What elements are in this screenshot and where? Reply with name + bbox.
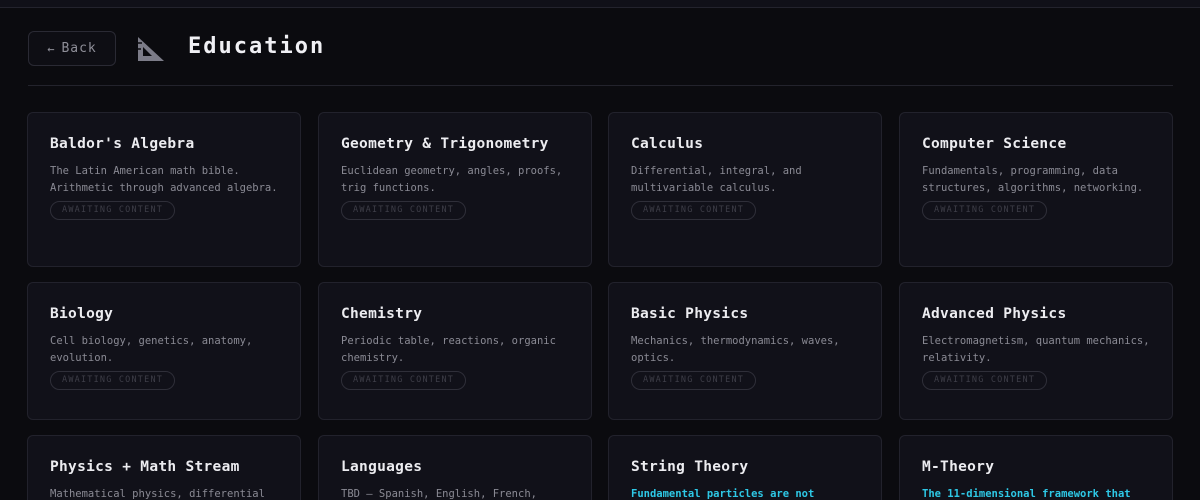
subject-card-geometry-trigonometry[interactable]: Geometry & Trigonometry Euclidean geomet… [318, 112, 592, 267]
subject-card-calculus[interactable]: Calculus Differential, integral, and mul… [608, 112, 882, 267]
card-description: Differential, integral, and multivariabl… [631, 165, 802, 194]
page-title: Education [188, 34, 326, 59]
status-badge: AWAITING CONTENT [922, 371, 1048, 390]
subject-card-baldors-algebra[interactable]: Baldor's Algebra The Latin American math… [27, 112, 301, 267]
card-description: Cell biology, genetics, anatomy, evoluti… [50, 335, 253, 364]
status-badge: AWAITING CONTENT [50, 201, 176, 220]
subject-card-advanced-physics[interactable]: Advanced Physics Electromagnetism, quant… [899, 282, 1173, 420]
card-title: Advanced Physics [922, 306, 1067, 322]
card-title: Computer Science [922, 136, 1067, 152]
status-badge: AWAITING CONTENT [341, 201, 467, 220]
top-bar [0, 0, 1200, 8]
status-badge: AWAITING CONTENT [50, 371, 176, 390]
card-title: String Theory [631, 459, 749, 475]
card-description: Mathematical physics, differential [50, 488, 265, 500]
subject-card-biology[interactable]: Biology Cell biology, genetics, anatomy,… [27, 282, 301, 420]
card-title: Biology [50, 306, 114, 322]
status-badge: AWAITING CONTENT [631, 371, 757, 390]
subject-card-m-theory[interactable]: M-Theory The 11-dimensional framework th… [899, 435, 1173, 500]
card-description: Mechanics, thermodynamics, waves, optics… [631, 335, 840, 364]
subject-card-string-theory[interactable]: String Theory Fundamental particles are … [608, 435, 882, 500]
status-badge: AWAITING CONTENT [341, 371, 467, 390]
subject-card-computer-science[interactable]: Computer Science Fundamentals, programmi… [899, 112, 1173, 267]
card-title: Basic Physics [631, 306, 749, 322]
card-title: Chemistry [341, 306, 423, 322]
subject-card-basic-physics[interactable]: Basic Physics Mechanics, thermodynamics,… [608, 282, 882, 420]
arrow-left-icon: ← [47, 41, 56, 56]
card-description: Electromagnetism, quantum mechanics, rel… [922, 335, 1150, 364]
card-title: Physics + Math Stream [50, 459, 240, 475]
card-title: Calculus [631, 136, 704, 152]
card-title: Geometry & Trigonometry [341, 136, 549, 152]
card-description: Fundamental particles are not [631, 488, 815, 500]
subject-card-chemistry[interactable]: Chemistry Periodic table, reactions, org… [318, 282, 592, 420]
card-description: The Latin American math bible. Arithmeti… [50, 165, 278, 194]
card-description: Periodic table, reactions, organic chemi… [341, 335, 556, 364]
card-description: The 11-dimensional framework that [922, 488, 1131, 500]
triangle-ruler-icon [138, 37, 164, 61]
status-badge: AWAITING CONTENT [922, 201, 1048, 220]
subject-card-languages[interactable]: Languages TBD — Spanish, English, French… [318, 435, 592, 500]
back-button[interactable]: ← Back [28, 31, 116, 66]
card-title: M-Theory [922, 459, 995, 475]
back-label: Back [61, 41, 97, 56]
card-description: Euclidean geometry, angles, proofs, trig… [341, 165, 563, 194]
card-description: TBD — Spanish, English, French, [341, 488, 537, 500]
page-header: ← Back Education [28, 30, 1173, 86]
status-badge: AWAITING CONTENT [631, 201, 757, 220]
card-description: Fundamentals, programming, data structur… [922, 165, 1144, 194]
card-title: Baldor's Algebra [50, 136, 195, 152]
subject-card-physics-math-stream[interactable]: Physics + Math Stream Mathematical physi… [27, 435, 301, 500]
card-title: Languages [341, 459, 423, 475]
